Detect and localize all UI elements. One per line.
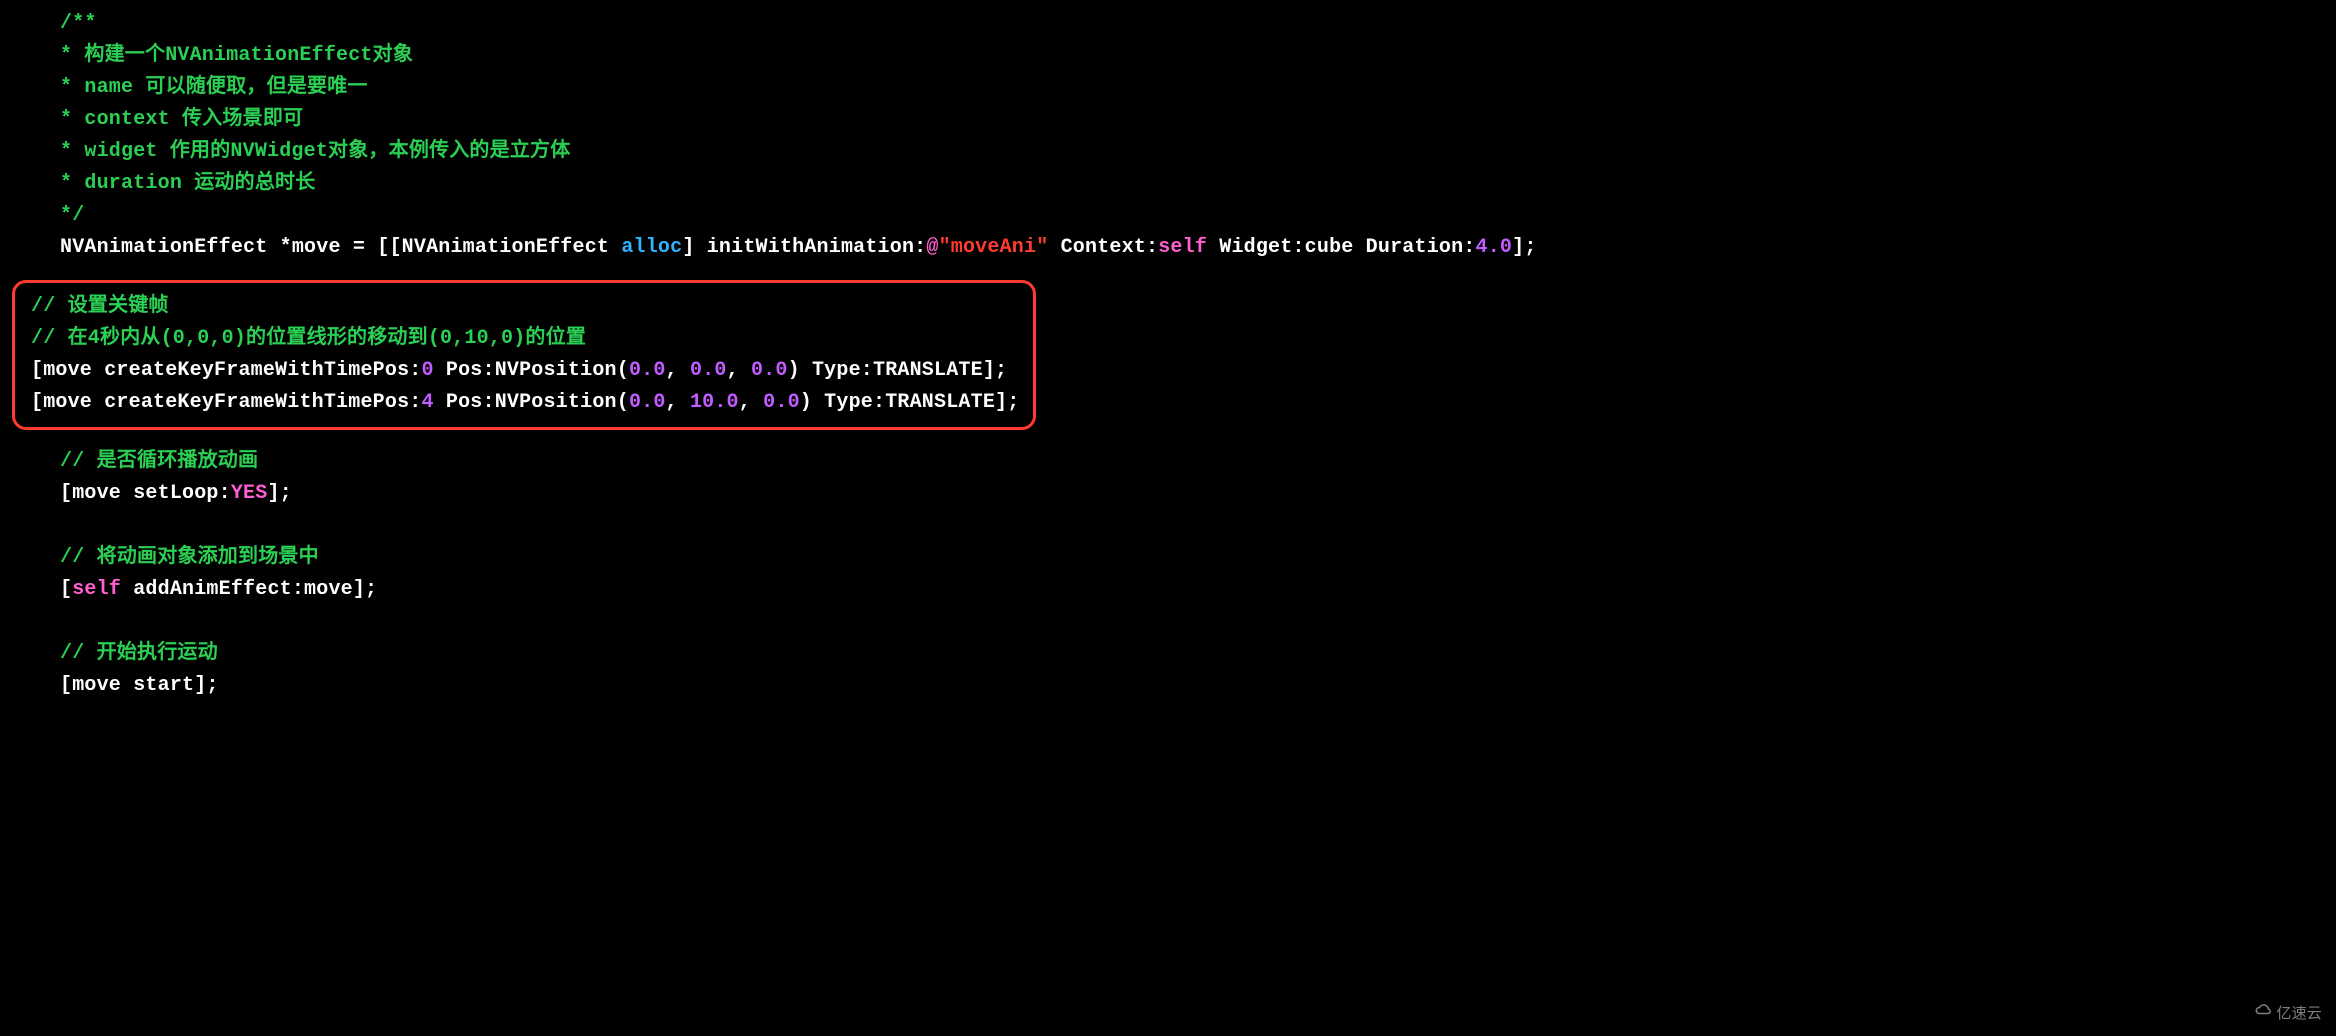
punctuation [121, 578, 133, 601]
arg-label: Context: [1048, 236, 1158, 259]
code-line: * name 可以随便取，但是要唯一 [0, 72, 2336, 104]
number-literal: 0 [421, 359, 433, 382]
punctuation: ] [682, 236, 706, 259]
message-name: createKeyFrameWithTimePos: [104, 391, 421, 414]
type-name: NVAnimationEffect [402, 236, 609, 259]
code-line-declaration: NVAnimationEffect *move = [[NVAnimationE… [0, 232, 2336, 264]
comment-text: /** [30, 8, 97, 40]
punctuation: [ [60, 578, 72, 601]
punctuation: , [739, 391, 763, 414]
comment-text: * context 传入场景即可 [30, 104, 303, 136]
number-literal: 0.0 [751, 359, 788, 382]
code-line: /** [0, 8, 2336, 40]
arg-label: Duration: [1353, 236, 1475, 259]
message-name: initWithAnimation: [707, 236, 927, 259]
code-span: [move start]; [30, 670, 219, 702]
punctuation: ]; [1512, 236, 1536, 259]
punctuation: ]; [353, 578, 377, 601]
keyword-yes: YES [231, 482, 268, 505]
message-name: createKeyFrameWithTimePos: [104, 359, 421, 382]
constant: TRANSLATE [885, 391, 995, 414]
variable-name: move [292, 236, 341, 259]
blank-line [0, 606, 2336, 638]
punctuation: ]; [983, 359, 1007, 382]
identifier: move [304, 578, 353, 601]
number-literal: 10.0 [690, 391, 739, 414]
code-line-addanimeffect: [self addAnimEffect:move]; [0, 574, 2336, 606]
arg-label: Pos: [434, 359, 495, 382]
arg-label: Type: [800, 359, 873, 382]
type-name: NVAnimationEffect [60, 236, 267, 259]
comment-text: * name 可以随便取，但是要唯一 [30, 72, 368, 104]
keyword-self: self [72, 578, 121, 601]
highlight-box: // 设置关键帧 // 在4秒内从(0,0,0)的位置线形的移动到(0,10,0… [12, 280, 1036, 430]
number-literal: 0.0 [629, 359, 666, 382]
number-literal: 4 [421, 391, 433, 414]
punctuation: ]; [995, 391, 1019, 414]
comment-text: // 开始执行运动 [30, 638, 218, 670]
message-name: setLoop: [133, 482, 231, 505]
punctuation: [move [60, 674, 133, 697]
number-literal: 0.0 [763, 391, 800, 414]
punctuation: , [666, 359, 690, 382]
function-call: NVPosition( [495, 391, 629, 414]
identifier: cube [1305, 236, 1354, 259]
comment-text: * duration 运动的总时长 [30, 168, 315, 200]
comment-text: // 将动画对象添加到场景中 [30, 542, 319, 574]
comment-text: // 设置关键帧 [31, 295, 169, 318]
code-span: [self addAnimEffect:move]; [30, 574, 377, 606]
number-literal: 0.0 [690, 359, 727, 382]
punctuation: ) [788, 359, 800, 382]
number-literal: 4.0 [1476, 236, 1513, 259]
keyword-self: self [1158, 236, 1207, 259]
punctuation: ]; [267, 482, 291, 505]
at-sign: @ [926, 236, 938, 259]
code-line: * duration 运动的总时长 [0, 168, 2336, 200]
arg-label: Pos: [434, 391, 495, 414]
code-line-setloop: [move setLoop:YES]; [0, 478, 2336, 510]
string-literal: "moveAni" [939, 236, 1049, 259]
punctuation: ) [800, 391, 812, 414]
message-name: addAnimEffect: [133, 578, 304, 601]
punctuation: = [[ [341, 236, 402, 259]
arg-label: Type: [812, 391, 885, 414]
comment-text: * widget 作用的NVWidget对象，本例传入的是立方体 [30, 136, 570, 168]
code-line: * widget 作用的NVWidget对象，本例传入的是立方体 [0, 136, 2336, 168]
code-span: NVAnimationEffect *move = [[NVAnimationE… [30, 232, 1537, 264]
punctuation: ]; [194, 674, 218, 697]
code-line: */ [0, 200, 2336, 232]
punctuation: [move [60, 482, 133, 505]
constant: TRANSLATE [873, 359, 983, 382]
punctuation: [move [31, 391, 104, 414]
watermark: 亿速云 [2254, 998, 2322, 1030]
code-line: * 构建一个NVAnimationEffect对象 [0, 40, 2336, 72]
function-call: NVPosition( [495, 359, 629, 382]
message-name: start [133, 674, 194, 697]
code-line: // 设置关键帧 [23, 291, 1019, 323]
code-line: // 是否循环播放动画 [0, 446, 2336, 478]
code-line: // 在4秒内从(0,0,0)的位置线形的移动到(0,10,0)的位置 [23, 323, 1019, 355]
operator: * [267, 236, 291, 259]
punctuation: , [666, 391, 690, 414]
arg-label: Widget: [1207, 236, 1305, 259]
code-span: [move setLoop:YES]; [30, 478, 292, 510]
code-line-keyframe-4: [move createKeyFrameWithTimePos:4 Pos:NV… [23, 387, 1019, 419]
comment-text: * 构建一个NVAnimationEffect对象 [30, 40, 413, 72]
code-line: * context 传入场景即可 [0, 104, 2336, 136]
keyword-alloc: alloc [621, 236, 682, 259]
comment-text: // 在4秒内从(0,0,0)的位置线形的移动到(0,10,0)的位置 [31, 327, 586, 350]
code-line: // 将动画对象添加到场景中 [0, 542, 2336, 574]
comment-text: // 是否循环播放动画 [30, 446, 258, 478]
comment-text: */ [30, 200, 84, 232]
number-literal: 0.0 [629, 391, 666, 414]
cloud-icon [2254, 998, 2272, 1030]
punctuation: [move [31, 359, 104, 382]
code-line-start: [move start]; [0, 670, 2336, 702]
blank-line [0, 510, 2336, 542]
watermark-text: 亿速云 [2276, 998, 2322, 1030]
punctuation: , [727, 359, 751, 382]
code-line-keyframe-0: [move createKeyFrameWithTimePos:0 Pos:NV… [23, 355, 1019, 387]
code-line: // 开始执行运动 [0, 638, 2336, 670]
